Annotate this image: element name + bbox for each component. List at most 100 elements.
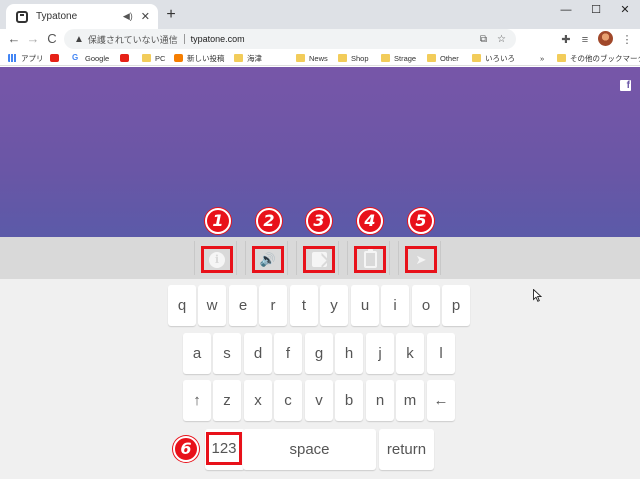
key-f[interactable]: f: [274, 333, 302, 374]
annotation-badge-5: 5: [408, 208, 434, 234]
key-c[interactable]: c: [274, 380, 302, 421]
extensions-icon[interactable]: ✚: [558, 32, 574, 48]
key-b[interactable]: b: [335, 380, 363, 421]
security-status[interactable]: 保護されていない通信: [88, 33, 178, 46]
annotation-badge-2: 2: [256, 208, 282, 234]
send-button[interactable]: ➤: [398, 241, 441, 275]
space-key[interactable]: space: [243, 429, 376, 470]
key-i[interactable]: i: [381, 285, 409, 326]
clipboard-button[interactable]: [347, 241, 390, 275]
key-v[interactable]: v: [305, 380, 333, 421]
bookmark-star-icon[interactable]: ☆: [497, 34, 506, 45]
image-button[interactable]: [296, 241, 339, 275]
page-content: f i 🔊 ➤ 1 2 3 4 5 q w e r t y u i o p a …: [0, 67, 640, 479]
info-button[interactable]: i: [194, 241, 237, 275]
folder-icon: [427, 54, 436, 62]
bookmark-kaizu[interactable]: 海津: [234, 52, 262, 64]
bookmark-pc[interactable]: PC: [142, 52, 165, 64]
folder-icon: [296, 54, 305, 62]
key-n[interactable]: n: [366, 380, 394, 421]
sound-highlight: 🔊: [252, 246, 284, 273]
new-tab-button[interactable]: +: [162, 6, 180, 24]
maximize-button[interactable]: ☐: [581, 0, 611, 22]
bookmark-apps[interactable]: アプリ: [8, 52, 44, 64]
key-r[interactable]: r: [259, 285, 287, 326]
tab-title: Typatone: [36, 11, 78, 22]
bookmark-label: Other: [440, 53, 459, 63]
apps-icon: [8, 54, 17, 62]
key-q[interactable]: q: [168, 285, 196, 326]
bookmark-youtube-1[interactable]: [50, 52, 63, 64]
key-a[interactable]: a: [183, 333, 211, 374]
other-bookmarks[interactable]: その他のブックマーク: [557, 52, 640, 64]
key-t[interactable]: t: [290, 285, 318, 326]
key-x[interactable]: x: [244, 380, 272, 421]
url-text[interactable]: typatone.com: [191, 34, 480, 44]
key-o[interactable]: o: [412, 285, 440, 326]
send-icon: ➤: [415, 252, 427, 267]
key-d[interactable]: d: [244, 333, 272, 374]
clipboard-icon: [363, 249, 377, 268]
bookmark-other[interactable]: Other: [427, 52, 459, 64]
bookmark-label: いろいろ: [485, 53, 515, 63]
annotation-badge-3: 3: [306, 208, 332, 234]
numbers-key-label: 123: [206, 432, 242, 465]
key-y[interactable]: y: [320, 285, 348, 326]
back-button[interactable]: ←: [6, 31, 22, 47]
bookmark-label: 新しい投稿: [187, 53, 225, 63]
bookmark-label: Shop: [351, 53, 369, 63]
speaker-icon: 🔊: [259, 252, 277, 267]
bookmark-label: News: [309, 53, 328, 63]
address-bar[interactable]: ▲ 保護されていない通信 typatone.com ⧉ ☆: [64, 29, 516, 49]
minimize-button[interactable]: —: [551, 0, 581, 22]
tab-audio-icon[interactable]: ◀): [123, 11, 133, 22]
media-control-icon[interactable]: ≡: [577, 32, 593, 48]
browser-toolbar: ← → C ▲ 保護されていない通信 typatone.com ⧉ ☆ ✚ ≡ …: [0, 29, 640, 50]
key-j[interactable]: j: [366, 333, 394, 374]
omnibox-divider: [183, 34, 185, 44]
install-app-icon[interactable]: ⧉: [480, 34, 487, 45]
bookmark-google[interactable]: G Google: [72, 52, 109, 64]
key-l[interactable]: l: [427, 333, 455, 374]
bookmark-label: Google: [85, 53, 110, 63]
browser-tab[interactable]: Typatone ◀) ✕: [6, 4, 158, 29]
bookmark-shop[interactable]: Shop: [338, 52, 369, 64]
numbers-key[interactable]: 123: [205, 429, 245, 470]
bookmark-iroiro[interactable]: いろいろ: [472, 52, 515, 64]
key-w[interactable]: w: [198, 285, 226, 326]
tab-close-icon[interactable]: ✕: [141, 10, 150, 23]
key-s[interactable]: s: [213, 333, 241, 374]
menu-icon[interactable]: ⋮: [619, 32, 635, 48]
key-e[interactable]: e: [229, 285, 257, 326]
bookmark-new-post[interactable]: 新しい投稿: [174, 52, 225, 64]
key-p[interactable]: p: [442, 285, 470, 326]
key-m[interactable]: m: [396, 380, 424, 421]
shift-key[interactable]: ↑: [183, 380, 211, 421]
facebook-icon[interactable]: f: [620, 80, 631, 91]
bookmark-news[interactable]: News: [296, 52, 328, 64]
folder-icon: [472, 54, 481, 62]
bookmark-label: アプリ: [21, 53, 44, 63]
key-z[interactable]: z: [213, 380, 241, 421]
send-highlight: ➤: [405, 246, 437, 273]
google-icon: G: [72, 53, 79, 62]
forward-button[interactable]: →: [25, 31, 41, 47]
warning-icon[interactable]: ▲: [74, 34, 84, 45]
key-h[interactable]: h: [335, 333, 363, 374]
youtube-icon: [120, 54, 129, 62]
return-key[interactable]: return: [379, 429, 434, 470]
reload-button[interactable]: C: [44, 31, 60, 47]
clipboard-highlight: [354, 246, 386, 273]
window-close-button[interactable]: ✕: [610, 0, 640, 22]
key-g[interactable]: g: [305, 333, 333, 374]
profile-avatar[interactable]: [598, 31, 613, 46]
key-k[interactable]: k: [396, 333, 424, 374]
bookmarks-more-button[interactable]: »: [540, 52, 544, 64]
sound-button[interactable]: 🔊: [245, 241, 288, 275]
folder-icon: [381, 54, 390, 62]
backspace-key[interactable]: ←: [427, 380, 455, 421]
folder-icon: [338, 54, 347, 62]
bookmark-youtube-2[interactable]: [120, 52, 133, 64]
bookmark-strage[interactable]: Strage: [381, 52, 416, 64]
key-u[interactable]: u: [351, 285, 379, 326]
